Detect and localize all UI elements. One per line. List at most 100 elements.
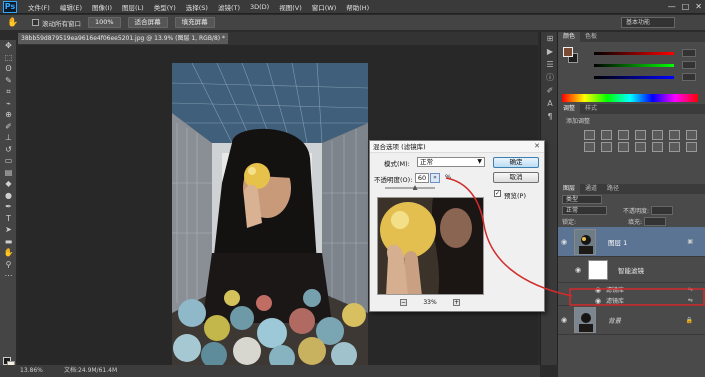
tab-swatches[interactable]: 色板 (580, 32, 602, 42)
menu-filter[interactable]: 滤镜(T) (213, 2, 245, 12)
more-tools-icon[interactable]: ⋯ (0, 270, 17, 282)
panel-foreground-swatch[interactable] (563, 47, 573, 57)
smart-filter-mask[interactable] (588, 259, 608, 280)
pen-tool-icon[interactable]: ✒ (0, 201, 17, 213)
brightness-icon[interactable] (584, 130, 595, 140)
opacity-dropdown-icon[interactable]: » (430, 173, 440, 183)
opacity-input[interactable]: 60 (415, 173, 429, 183)
filter-gallery-row-2[interactable]: ◉ 滤镜库 ⇋ (558, 296, 705, 306)
blue-value[interactable] (682, 73, 696, 81)
visibility-eye-icon[interactable]: ◉ (558, 316, 570, 324)
tab-channels[interactable]: 通道 (580, 184, 602, 194)
brush-preset-icon[interactable]: ✐ (541, 84, 559, 97)
layer-row-layer1[interactable]: ◉ 图层 1 ▣ (558, 227, 705, 257)
maximize-icon[interactable]: □ (682, 2, 690, 11)
layer-row-background[interactable]: ◉ 背景 🔒 (558, 305, 705, 335)
smart-filters-row[interactable]: ◉ 智能滤镜 (558, 257, 705, 283)
tab-paths[interactable]: 路径 (602, 184, 624, 194)
filter-gallery-row-1[interactable]: ◉ 滤镜库 ⇋ (558, 285, 705, 295)
minimize-icon[interactable]: — (668, 2, 676, 11)
hue-icon[interactable] (669, 130, 680, 140)
hand-tool-icon[interactable]: ✋ (6, 17, 20, 29)
blue-slider[interactable] (594, 76, 674, 79)
cancel-button[interactable]: 取消 (493, 172, 539, 183)
history-brush-icon[interactable]: ↺ (0, 144, 17, 156)
menu-view[interactable]: 视图(V) (274, 2, 307, 12)
green-value[interactable] (682, 61, 696, 69)
hand-tool-icon[interactable]: ✋ (0, 247, 17, 259)
blend-mode-select[interactable]: 正常 (562, 206, 607, 215)
menu-image[interactable]: 图像(I) (87, 2, 117, 12)
menu-select[interactable]: 选择(S) (181, 2, 213, 12)
tab-layers[interactable]: 图层 (558, 184, 581, 194)
actions-icon[interactable]: ▶ (541, 45, 559, 58)
document-tab[interactable]: 38bb59d879519ea9616e4f06ee5201.jpg @ 13.… (18, 33, 228, 44)
color-spectrum[interactable] (562, 94, 698, 102)
properties-icon[interactable]: ☰ (541, 58, 559, 71)
mode-select[interactable]: 正常 ▼ (417, 157, 485, 167)
lasso-tool-icon[interactable]: ʘ (0, 63, 17, 75)
menu-file[interactable]: 文件(F) (23, 2, 55, 12)
visibility-eye-icon[interactable]: ◉ (592, 286, 604, 294)
fill-screen-button[interactable]: 填充屏幕 (174, 17, 215, 28)
dodge-icon[interactable]: ● (0, 190, 17, 202)
tab-adjustments[interactable]: 调整 (558, 104, 581, 114)
exposure-icon[interactable] (635, 130, 646, 140)
preview-checkbox[interactable]: ✓ (494, 190, 501, 197)
move-tool-icon[interactable]: ✥ (0, 40, 17, 52)
close-icon[interactable]: ✕ (695, 2, 702, 11)
visibility-eye-icon[interactable]: ◉ (572, 266, 584, 274)
clone-stamp-icon[interactable]: ⊥ (0, 132, 17, 144)
red-slider[interactable] (594, 52, 674, 55)
marquee-tool-icon[interactable]: ⬚ (0, 52, 17, 64)
layer-name[interactable]: 图层 1 (608, 237, 627, 247)
fit-screen-button[interactable]: 适合屏幕 (127, 17, 168, 28)
shape-tool-icon[interactable]: ▬ (0, 236, 17, 248)
brush-tool-icon[interactable]: ✐ (0, 121, 17, 133)
green-slider[interactable] (594, 64, 674, 67)
color-balance-icon[interactable] (686, 130, 697, 140)
tab-styles[interactable]: 样式 (580, 104, 602, 114)
menu-3d[interactable]: 3D(D) (245, 3, 274, 11)
color-lookup-icon[interactable] (635, 142, 646, 152)
visibility-eye-icon[interactable]: ◉ (558, 238, 570, 246)
scroll-all-checkbox[interactable] (32, 19, 39, 26)
opacity-slider[interactable] (385, 187, 435, 189)
character-icon[interactable]: A (541, 97, 559, 110)
zoom-out-button[interactable]: − (400, 299, 407, 306)
fill-field[interactable] (644, 217, 667, 226)
red-value[interactable] (682, 49, 696, 57)
menu-layer[interactable]: 图层(L) (117, 2, 149, 12)
ok-button[interactable]: 确定 (493, 157, 539, 168)
bw-icon[interactable] (584, 142, 595, 152)
eraser-icon[interactable]: ▭ (0, 155, 17, 167)
layer-name[interactable]: 背景 (608, 315, 621, 325)
filter-gallery-label[interactable]: 滤镜库 (606, 296, 624, 305)
eyedropper-icon[interactable]: ⌁ (0, 98, 17, 110)
type-tool-icon[interactable]: T (0, 213, 17, 225)
blend-options-icon[interactable]: ⇋ (688, 286, 693, 293)
dialog-close-icon[interactable]: ✕ (532, 142, 542, 151)
filter-preview[interactable] (377, 197, 484, 295)
menu-edit[interactable]: 编辑(E) (55, 2, 87, 12)
filter-gallery-label[interactable]: 滤镜库 (606, 285, 624, 294)
menu-window[interactable]: 窗口(W) (307, 2, 342, 12)
quick-select-icon[interactable]: ✎ (0, 75, 17, 87)
crop-tool-icon[interactable]: ⌗ (0, 86, 17, 98)
invert-icon[interactable] (652, 142, 663, 152)
smart-filter-label[interactable]: 智能滤镜 (618, 265, 644, 275)
history-icon[interactable]: ⊞ (541, 32, 559, 45)
layer-opacity-field[interactable] (651, 206, 674, 215)
visibility-eye-icon[interactable]: ◉ (592, 297, 604, 305)
path-select-icon[interactable]: ➤ (0, 224, 17, 236)
vibrance-icon[interactable] (652, 130, 663, 140)
paragraph-icon[interactable]: ¶ (541, 110, 559, 123)
menu-help[interactable]: 帮助(H) (341, 2, 374, 12)
blend-options-icon[interactable]: ⇋ (688, 297, 693, 304)
posterize-icon[interactable] (669, 142, 680, 152)
menu-type[interactable]: 类型(Y) (149, 2, 181, 12)
gradient-icon[interactable]: ▤ (0, 167, 17, 179)
zoom-in-button[interactable]: + (453, 299, 460, 306)
zoom-tool-icon[interactable]: ⚲ (0, 259, 17, 271)
kind-select[interactable]: 类型 (562, 195, 602, 204)
